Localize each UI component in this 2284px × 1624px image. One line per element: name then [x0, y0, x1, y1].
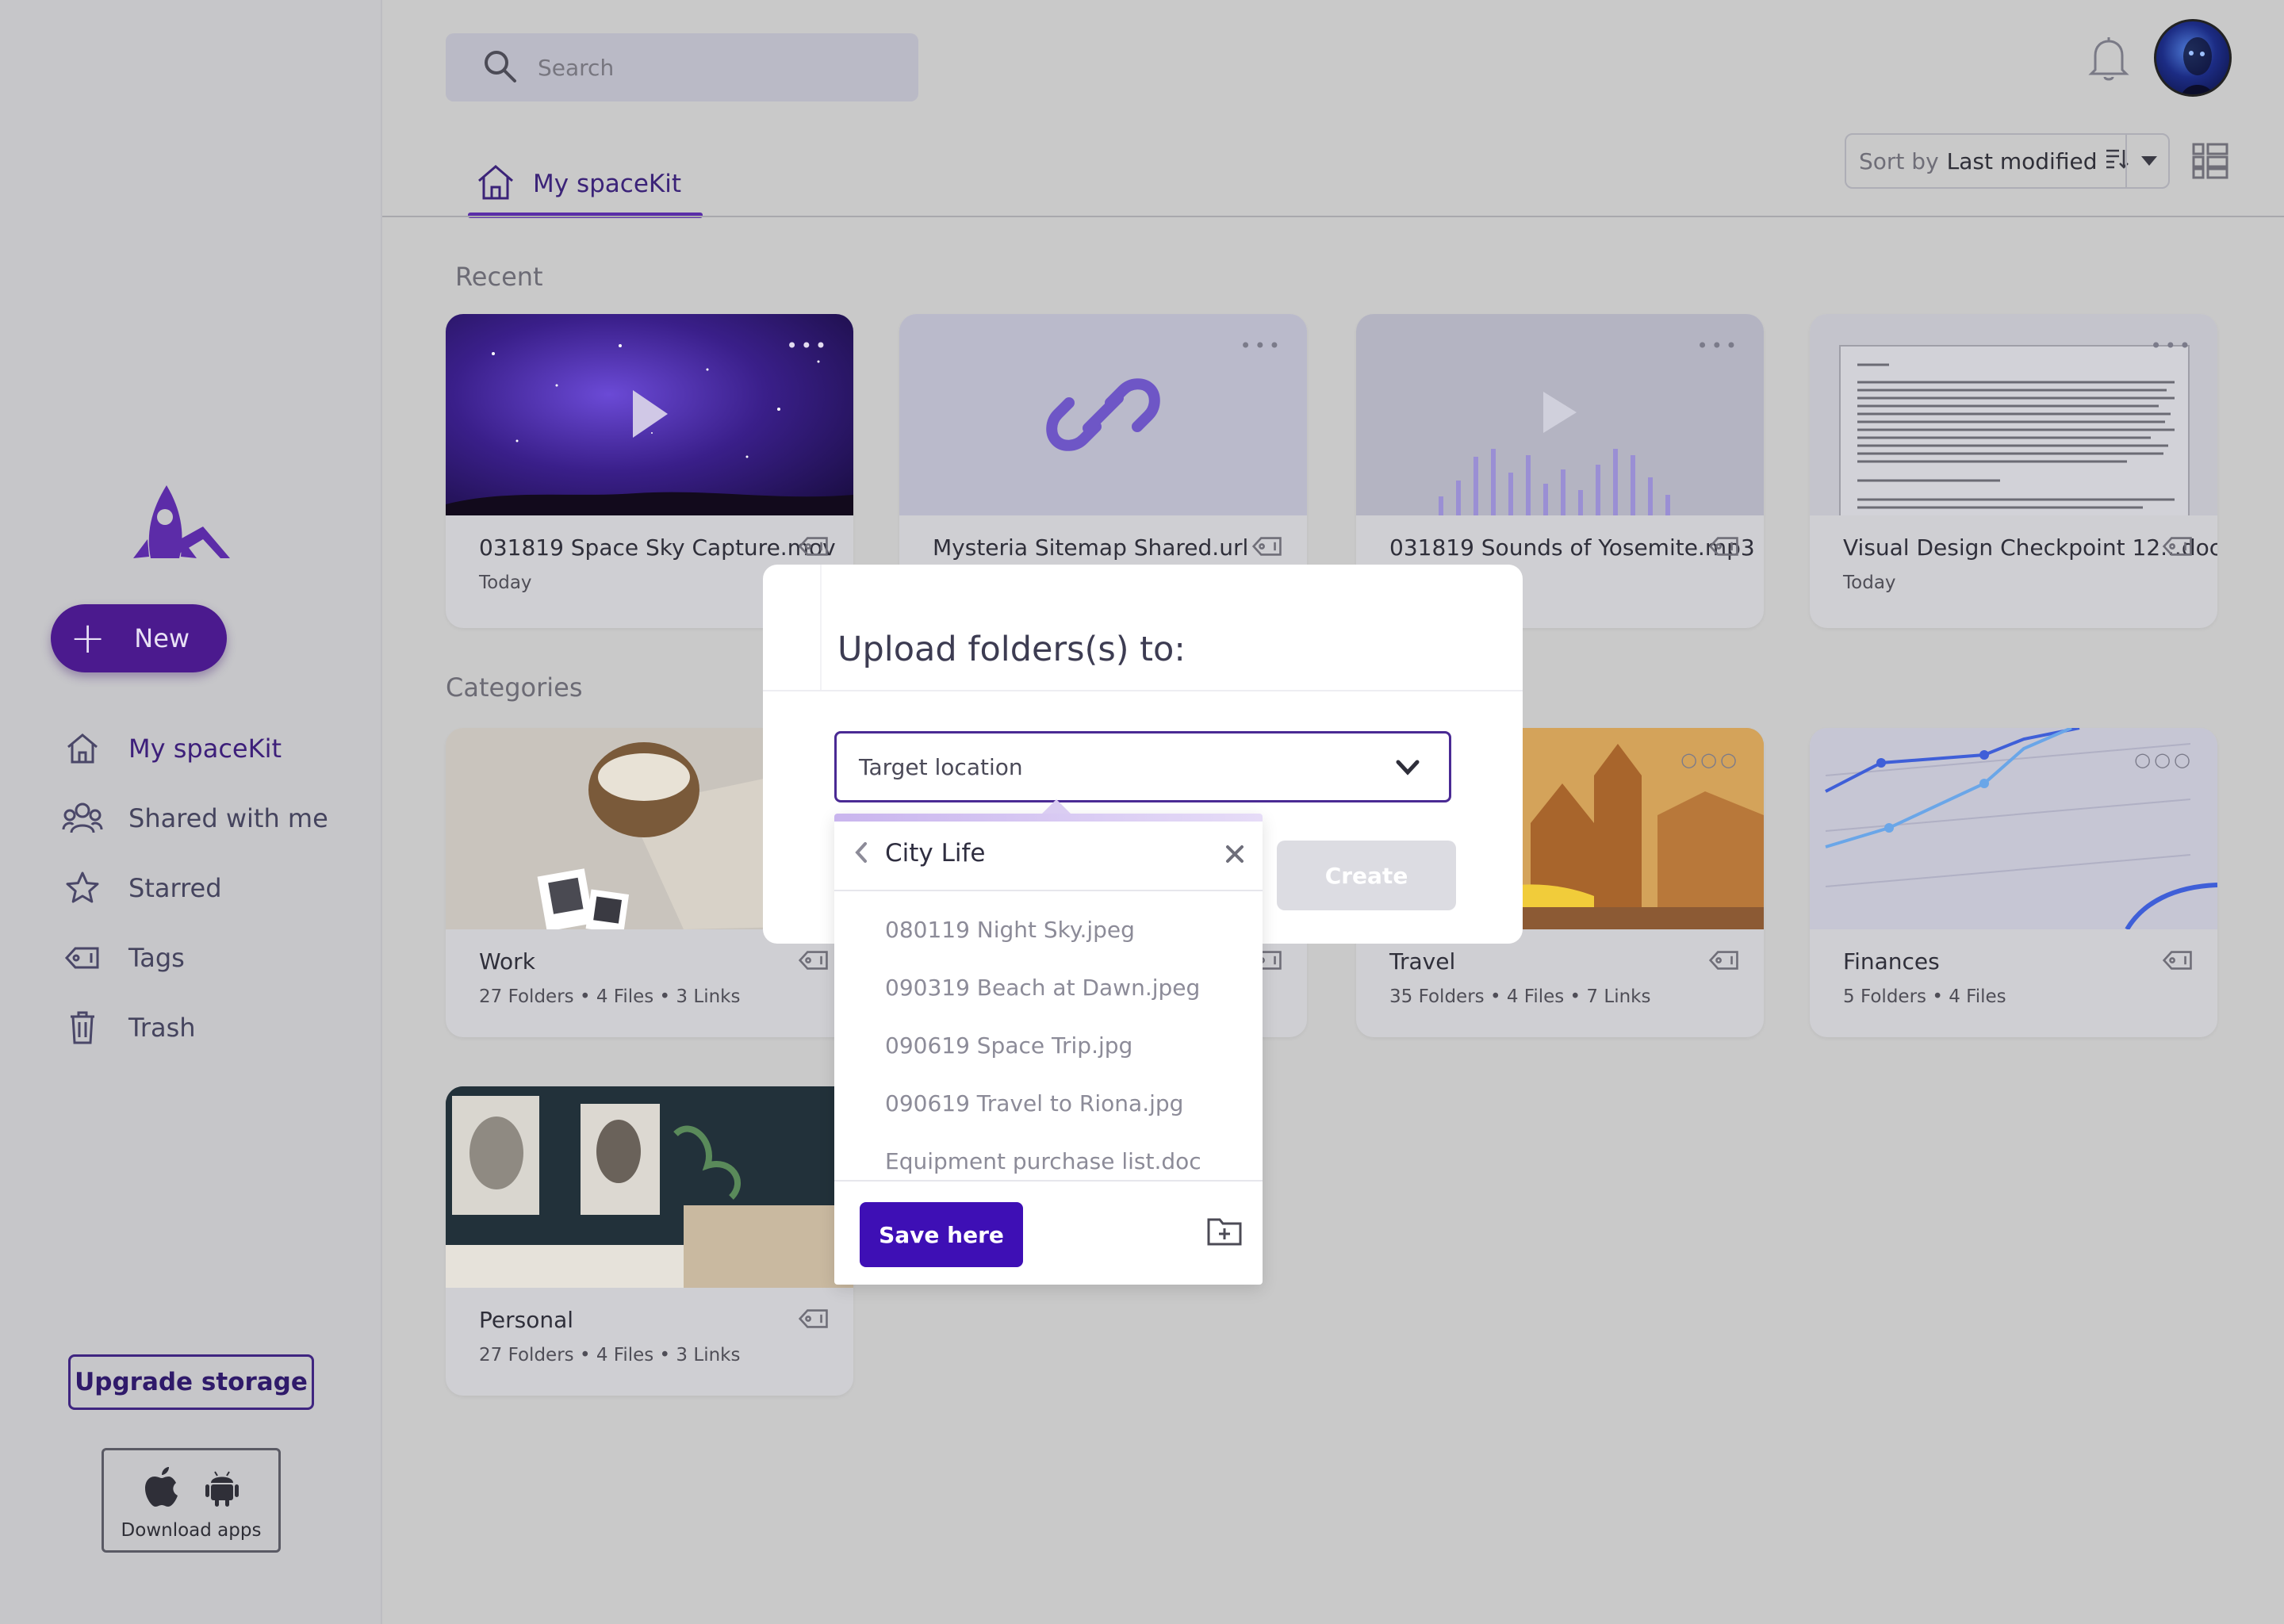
sort-separator — [2125, 135, 2127, 187]
tab-label: My spaceKit — [533, 170, 681, 198]
category-meta: 5 Folders • 4 Files — [1843, 986, 2006, 1007]
save-here-button[interactable]: Save here — [860, 1202, 1023, 1267]
sidebar-item-my-spacekit[interactable]: My spaceKit — [60, 714, 362, 783]
new-folder-icon[interactable] — [1207, 1215, 1242, 1250]
tag-icon[interactable] — [1251, 536, 1283, 560]
more-options-icon[interactable]: ••• — [1240, 335, 1283, 357]
search-input[interactable]: Search — [446, 33, 918, 102]
android-icon — [205, 1467, 240, 1510]
sidebar-nav: My spaceKit Shared with me Starred Tags … — [60, 714, 362, 1063]
category-card-finances[interactable]: ○○○ Finances 5 Folders • 4 Files — [1810, 728, 2217, 1037]
upgrade-storage-button[interactable]: Upgrade storage — [68, 1354, 314, 1410]
category-name: Travel — [1389, 948, 1456, 975]
search-placeholder: Search — [538, 54, 615, 81]
category-meta: 27 Folders • 4 Files • 3 Links — [479, 1345, 741, 1365]
dropdown-pointer — [1042, 799, 1071, 814]
current-folder-name: City Life — [885, 839, 986, 868]
list-item[interactable]: 090619 Space Trip.jpg — [834, 1017, 1263, 1074]
home-icon — [476, 163, 515, 205]
download-apps-label: Download apps — [121, 1520, 262, 1541]
new-button[interactable]: + New — [51, 604, 227, 672]
tag-icon[interactable] — [1708, 950, 1740, 974]
star-icon — [60, 866, 105, 910]
rocket-logo-icon — [127, 479, 238, 566]
more-options-icon[interactable]: ••• — [787, 335, 830, 357]
search-icon — [482, 48, 517, 86]
tag-icon[interactable] — [2162, 536, 2194, 560]
people-icon — [60, 796, 105, 841]
sidebar-item-starred[interactable]: Starred — [60, 853, 362, 923]
category-name: Personal — [479, 1307, 574, 1333]
folder-contents-list: 080119 Night Sky.jpeg 090319 Beach at Da… — [834, 901, 1263, 1190]
category-name: Finances — [1843, 948, 1940, 975]
category-meta: 35 Folders • 4 Files • 7 Links — [1389, 986, 1651, 1007]
recent-title: Recent — [455, 262, 543, 292]
target-location-placeholder: Target location — [859, 753, 1023, 780]
more-options-icon[interactable]: ○○○ — [1680, 749, 1740, 771]
sort-value: Last modified — [1946, 147, 2098, 174]
chevron-down-icon[interactable] — [2129, 135, 2170, 187]
sidebar-item-label: Trash — [128, 1013, 196, 1043]
tag-icon[interactable] — [798, 536, 830, 560]
file-name: Mysteria Sitemap Shared.url — [933, 534, 1249, 561]
user-avatar[interactable] — [2154, 19, 2232, 97]
modal-accent-line — [820, 565, 822, 690]
apple-icon — [143, 1465, 181, 1511]
list-item[interactable]: 090619 Travel to Riona.jpg — [834, 1074, 1263, 1132]
target-location-select[interactable]: Target location — [834, 731, 1451, 802]
personal-thumbnail — [446, 1086, 853, 1288]
chevron-down-icon — [1395, 756, 1420, 782]
tag-icon[interactable] — [798, 1308, 830, 1332]
chevron-left-icon[interactable] — [853, 841, 869, 868]
category-meta: 27 Folders • 4 Files • 3 Links — [479, 986, 741, 1007]
folder-picker-dropdown: City Life 080119 Night Sky.jpeg 090319 B… — [834, 799, 1263, 1285]
category-name: Work — [479, 948, 535, 975]
notification-bell-icon[interactable] — [2087, 35, 2130, 86]
more-options-icon[interactable]: ••• — [1697, 335, 1740, 357]
sort-prefix: Sort by — [1859, 147, 1939, 174]
create-button[interactable]: Create — [1277, 841, 1456, 910]
list-item[interactable]: 090319 Beach at Dawn.jpeg — [834, 959, 1263, 1017]
tag-icon[interactable] — [798, 950, 830, 974]
new-button-label: New — [134, 623, 190, 653]
sidebar-item-label: Shared with me — [128, 803, 328, 833]
categories-title: Categories — [446, 672, 583, 703]
sidebar-item-tags[interactable]: Tags — [60, 923, 362, 993]
sort-dropdown[interactable]: Sort by Last modified — [1845, 133, 2170, 189]
folder-picker-footer: Save here — [834, 1180, 1263, 1285]
tag-icon — [60, 936, 105, 980]
file-name: 031819 Space Sky Capture.mov — [479, 534, 836, 561]
trash-icon — [60, 1005, 105, 1050]
file-name: 031819 Sounds of Yosemite.mp3 — [1389, 534, 1755, 561]
modal-title: Upload folders(s) to: — [837, 630, 1186, 669]
recent-card[interactable]: ••• Visual Design Checkpoint 12...doc To… — [1810, 314, 2217, 628]
category-card-personal[interactable]: Personal 27 Folders • 4 Files • 3 Links — [446, 1086, 853, 1396]
tag-icon[interactable] — [1708, 536, 1740, 560]
header-divider — [382, 216, 2284, 217]
dropdown-accent-bar — [834, 814, 1263, 822]
sidebar-item-label: My spaceKit — [128, 733, 282, 764]
sidebar: + New My spaceKit Shared with me Starred — [0, 0, 382, 1624]
tab-my-spacekit[interactable]: My spaceKit — [468, 149, 704, 219]
close-icon[interactable] — [1224, 844, 1245, 868]
file-date: Today — [479, 573, 532, 593]
tag-icon[interactable] — [2162, 950, 2194, 974]
sidebar-item-label: Tags — [128, 943, 185, 973]
download-apps-button[interactable]: Download apps — [102, 1448, 281, 1553]
plus-icon: + — [70, 613, 106, 663]
sidebar-item-label: Starred — [128, 873, 222, 903]
list-view-icon[interactable] — [2192, 143, 2228, 182]
home-icon — [60, 726, 105, 771]
sidebar-item-shared[interactable]: Shared with me — [60, 783, 362, 853]
sidebar-item-trash[interactable]: Trash — [60, 993, 362, 1063]
file-date: Today — [1843, 573, 1896, 593]
folder-picker-header: City Life — [834, 822, 1263, 891]
more-options-icon[interactable]: ○○○ — [2134, 749, 2194, 771]
list-item[interactable]: 080119 Night Sky.jpeg — [834, 901, 1263, 959]
more-options-icon[interactable]: ••• — [2151, 335, 2194, 357]
modal-divider — [763, 690, 1523, 691]
